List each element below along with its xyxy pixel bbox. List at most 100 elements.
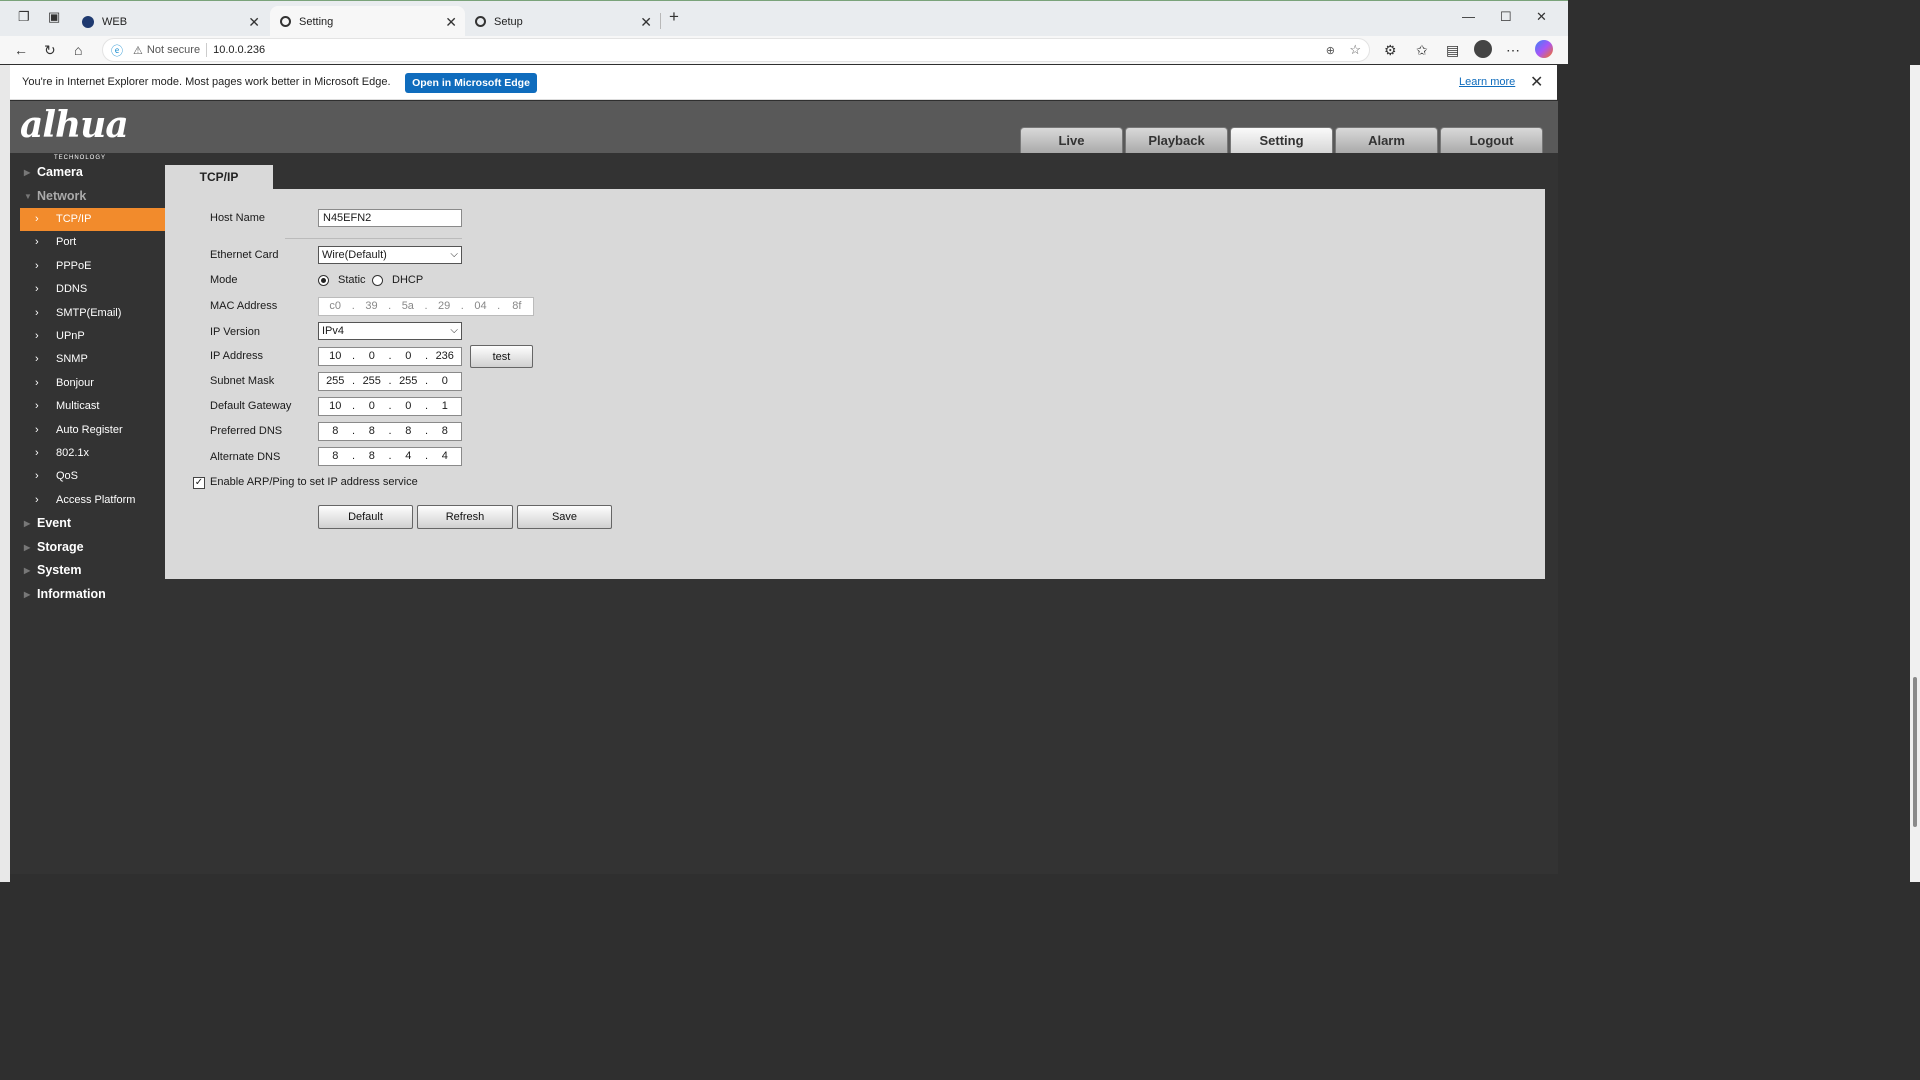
close-infobar-icon[interactable]: ✕ xyxy=(1530,72,1543,92)
browser-tab-setting[interactable]: Setting ✕ xyxy=(270,6,465,37)
ip-version-value: IPv4 xyxy=(322,325,345,337)
close-tab-icon[interactable]: ✕ xyxy=(248,14,260,31)
chevron-down-icon: ⌵ xyxy=(450,325,458,336)
subnet-octet[interactable]: 0 xyxy=(429,373,462,390)
sidebar-item-auto-register[interactable]: › Auto Register xyxy=(20,419,165,442)
default-gateway-input[interactable]: 10. 0. 0. 1 xyxy=(318,397,462,416)
chevron-right-icon: › xyxy=(35,329,39,342)
dns-octet[interactable]: 8 xyxy=(356,423,389,440)
ip-octet[interactable]: 0 xyxy=(356,348,389,365)
mac-octet: c0 xyxy=(329,300,341,312)
copilot-icon[interactable] xyxy=(1535,40,1553,58)
dns-octet[interactable]: 4 xyxy=(392,448,425,465)
test-button[interactable]: test xyxy=(470,345,533,368)
sidebar-item-bonjour[interactable]: › Bonjour xyxy=(20,372,165,395)
scrollbar-thumb[interactable] xyxy=(1913,677,1917,827)
home-icon[interactable]: ⌂ xyxy=(74,42,82,58)
favorite-star-icon[interactable]: ☆ xyxy=(1349,42,1361,58)
tab-alarm[interactable]: Alarm xyxy=(1335,127,1438,153)
sidebar-item-access-platform[interactable]: › Access Platform xyxy=(20,489,165,512)
default-button[interactable]: Default xyxy=(318,505,413,529)
back-icon[interactable]: ← xyxy=(14,42,28,58)
content-tab-tcpip[interactable]: TCP/IP xyxy=(165,165,273,189)
more-menu-icon[interactable]: ⋯ xyxy=(1506,42,1520,59)
refresh-icon[interactable]: ↻ xyxy=(44,42,56,59)
subnet-octet[interactable]: 255 xyxy=(356,373,389,390)
gateway-octet[interactable]: 0 xyxy=(356,398,389,415)
tab-setting[interactable]: Setting xyxy=(1230,127,1333,153)
subnet-octet[interactable]: 255 xyxy=(319,373,352,390)
ethernet-card-select[interactable]: Wire(Default) ⌵ xyxy=(318,246,462,264)
close-tab-icon[interactable]: ✕ xyxy=(640,14,652,31)
mode-dhcp-radio[interactable] xyxy=(372,275,383,286)
dns-octet[interactable]: 8 xyxy=(319,448,352,465)
gateway-octet[interactable]: 0 xyxy=(392,398,425,415)
sidebar-section-event[interactable]: ▶ Event xyxy=(10,512,165,536)
gateway-octet[interactable]: 1 xyxy=(429,398,462,415)
favorites-icon[interactable]: ✩ xyxy=(1416,42,1428,59)
new-tab-icon[interactable]: + xyxy=(669,7,679,27)
warning-icon: ⚠ xyxy=(133,44,143,57)
close-window-icon[interactable]: ✕ xyxy=(1536,9,1547,25)
minimize-icon[interactable]: — xyxy=(1462,9,1475,24)
tab-playback[interactable]: Playback xyxy=(1125,127,1228,153)
dns-octet[interactable]: 8 xyxy=(356,448,389,465)
browser-tab-setup[interactable]: Setup ✕ xyxy=(465,6,660,37)
subnet-octet[interactable]: 255 xyxy=(392,373,425,390)
ie-mode-icon[interactable]: ⓔ xyxy=(111,42,123,59)
learn-more-link[interactable]: Learn more xyxy=(1459,76,1515,88)
sidebar-item-qos[interactable]: › QoS xyxy=(20,465,165,488)
tab-live[interactable]: Live xyxy=(1020,127,1123,153)
zoom-icon[interactable]: ⊕ xyxy=(1326,44,1335,57)
mode-static-label: Static xyxy=(338,274,366,286)
save-button[interactable]: Save xyxy=(517,505,612,529)
ip-octet[interactable]: 0 xyxy=(392,348,425,365)
dns-octet[interactable]: 8 xyxy=(392,423,425,440)
tab-actions-icon[interactable]: ▣ xyxy=(48,9,60,25)
host-name-input[interactable]: N45EFN2 xyxy=(318,209,462,227)
page-left-border xyxy=(0,65,10,882)
open-in-edge-button[interactable]: Open in Microsoft Edge xyxy=(405,73,537,93)
close-tab-icon[interactable]: ✕ xyxy=(445,14,457,31)
ip-version-select[interactable]: IPv4 ⌵ xyxy=(318,322,462,340)
mode-static-radio[interactable] xyxy=(318,275,329,286)
browser-tab-web[interactable]: WEB ✕ xyxy=(72,6,268,37)
alternate-dns-input[interactable]: 8. 8. 4. 4 xyxy=(318,447,462,466)
refresh-button[interactable]: Refresh xyxy=(417,505,513,529)
sidebar-item-tcpip[interactable]: › TCP/IP xyxy=(20,208,165,232)
chevron-right-icon: › xyxy=(35,283,39,296)
sidebar-section-camera[interactable]: ▶ Camera xyxy=(10,161,165,185)
sidebar-item-snmp[interactable]: › SNMP xyxy=(20,348,165,371)
url-text[interactable]: 10.0.0.236 xyxy=(213,44,265,56)
sidebar-section-storage[interactable]: ▶ Storage xyxy=(10,536,165,560)
ip-address-input[interactable]: 10. 0. 0. 236 xyxy=(318,347,462,366)
workspaces-icon[interactable]: ❐ xyxy=(18,9,30,25)
sidebar-item-ddns[interactable]: › DDNS xyxy=(20,278,165,301)
ip-octet[interactable]: 10 xyxy=(319,348,352,365)
arp-ping-checkbox[interactable]: ✓ xyxy=(193,477,205,489)
sidebar-item-upnp[interactable]: › UPnP xyxy=(20,325,165,348)
extensions-icon[interactable]: ⚙ xyxy=(1384,42,1397,59)
collections-icon[interactable]: ▤ xyxy=(1446,42,1459,59)
preferred-dns-input[interactable]: 8. 8. 8. 8 xyxy=(318,422,462,441)
maximize-icon[interactable]: ☐ xyxy=(1500,9,1512,25)
gateway-octet[interactable]: 10 xyxy=(319,398,352,415)
sidebar-item-pppoe[interactable]: › PPPoE xyxy=(20,255,165,278)
sidebar-section-system[interactable]: ▶ System xyxy=(10,559,165,583)
security-label[interactable]: Not secure xyxy=(147,44,200,56)
sidebar-section-network[interactable]: ▼ Network xyxy=(10,185,165,209)
subnet-mask-input[interactable]: 255. 255. 255. 0 xyxy=(318,372,462,391)
dns-octet[interactable]: 4 xyxy=(429,448,462,465)
ip-octet[interactable]: 236 xyxy=(429,348,462,365)
sidebar-item-multicast[interactable]: › Multicast xyxy=(20,395,165,418)
sidebar-item-smtp[interactable]: › SMTP(Email) xyxy=(20,302,165,325)
tab-logout[interactable]: Logout xyxy=(1440,127,1543,153)
dns-octet[interactable]: 8 xyxy=(429,423,462,440)
dns-octet[interactable]: 8 xyxy=(319,423,352,440)
profile-avatar[interactable] xyxy=(1474,40,1492,58)
sidebar-section-information[interactable]: ▶ Information xyxy=(10,583,165,607)
url-box[interactable]: ⓔ ⚠ Not secure 10.0.0.236 ⊕ ☆ xyxy=(102,38,1370,62)
sidebar-item-8021x[interactable]: › 802.1x xyxy=(20,442,165,465)
vertical-scrollbar[interactable] xyxy=(1910,65,1920,882)
sidebar-item-port[interactable]: › Port xyxy=(20,231,165,254)
